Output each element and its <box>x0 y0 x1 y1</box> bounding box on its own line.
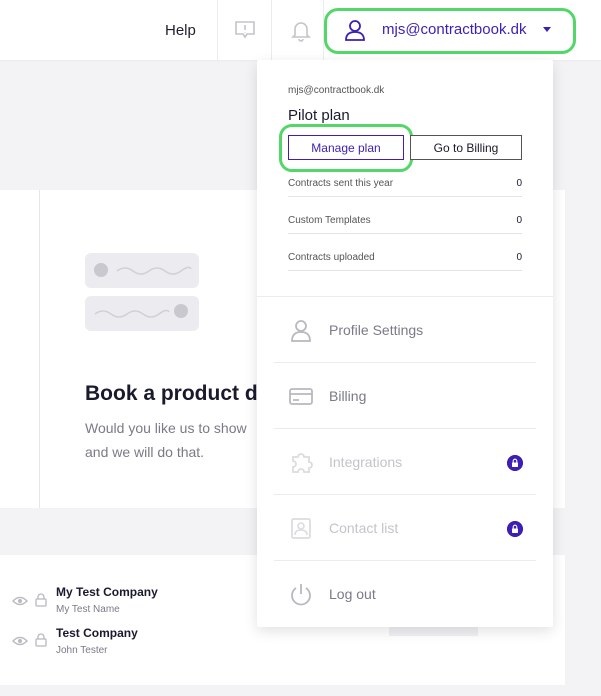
divider <box>274 362 536 363</box>
user-icon[interactable] <box>344 19 366 41</box>
avatar-icon <box>174 304 188 318</box>
chat-bubble-illustration <box>85 296 199 331</box>
menu-item-integrations[interactable]: Integrations <box>329 454 402 470</box>
menu-item-billing[interactable]: Billing <box>329 388 366 404</box>
go-to-billing-button[interactable]: Go to Billing <box>410 135 522 160</box>
stat-label: Contracts uploaded <box>288 252 375 263</box>
demo-title: Book a product d <box>85 382 258 405</box>
plan-name: Pilot plan <box>288 107 350 124</box>
account-email: mjs@contractbook.dk <box>288 85 385 96</box>
row-title[interactable]: My Test Company <box>56 585 158 599</box>
row-title[interactable]: Test Company <box>56 626 138 640</box>
contact-card-icon <box>291 518 311 539</box>
divider <box>217 0 218 60</box>
stat-value: 0 <box>516 178 522 189</box>
feedback-icon[interactable] <box>233 18 257 42</box>
chevron-down-icon[interactable] <box>543 27 551 32</box>
divider <box>274 560 536 561</box>
divider <box>257 296 553 297</box>
stat-label: Custom Templates <box>288 215 371 226</box>
divider <box>274 494 536 495</box>
puzzle-icon <box>292 453 313 473</box>
eye-icon[interactable] <box>12 635 28 647</box>
stat-value: 0 <box>516 252 522 263</box>
bell-icon[interactable] <box>289 18 313 42</box>
card-divider <box>39 190 40 508</box>
menu-item-profile-settings[interactable]: Profile Settings <box>329 322 423 338</box>
stat-label: Contracts sent this year <box>288 178 394 189</box>
row-subtitle: My Test Name <box>56 604 120 615</box>
avatar-icon <box>94 263 108 277</box>
manage-plan-button[interactable]: Manage plan <box>288 135 404 160</box>
lock-icon <box>507 455 523 471</box>
help-link[interactable]: Help <box>165 22 196 39</box>
divider <box>288 196 522 197</box>
chat-bubble-illustration <box>85 253 199 288</box>
power-icon <box>291 584 311 606</box>
divider <box>271 0 272 60</box>
menu-item-contact-list[interactable]: Contact list <box>329 520 398 536</box>
row-subtitle: John Tester <box>56 645 108 656</box>
credit-card-icon <box>289 388 313 405</box>
divider <box>288 233 522 234</box>
menu-item-log-out[interactable]: Log out <box>329 586 376 602</box>
demo-text: Would you like us to show <box>85 420 247 436</box>
lock-icon[interactable] <box>35 593 47 607</box>
person-icon <box>291 320 311 342</box>
squiggle-icon <box>116 266 192 275</box>
squiggle-icon <box>94 309 170 318</box>
stat-value: 0 <box>516 215 522 226</box>
demo-text: and we will do that. <box>85 444 205 460</box>
eye-icon[interactable] <box>12 595 28 607</box>
lock-icon[interactable] <box>35 633 47 647</box>
lock-icon <box>507 521 523 537</box>
divider <box>274 428 536 429</box>
divider <box>288 270 522 271</box>
user-menu-button[interactable]: mjs@contractbook.dk <box>382 21 526 38</box>
